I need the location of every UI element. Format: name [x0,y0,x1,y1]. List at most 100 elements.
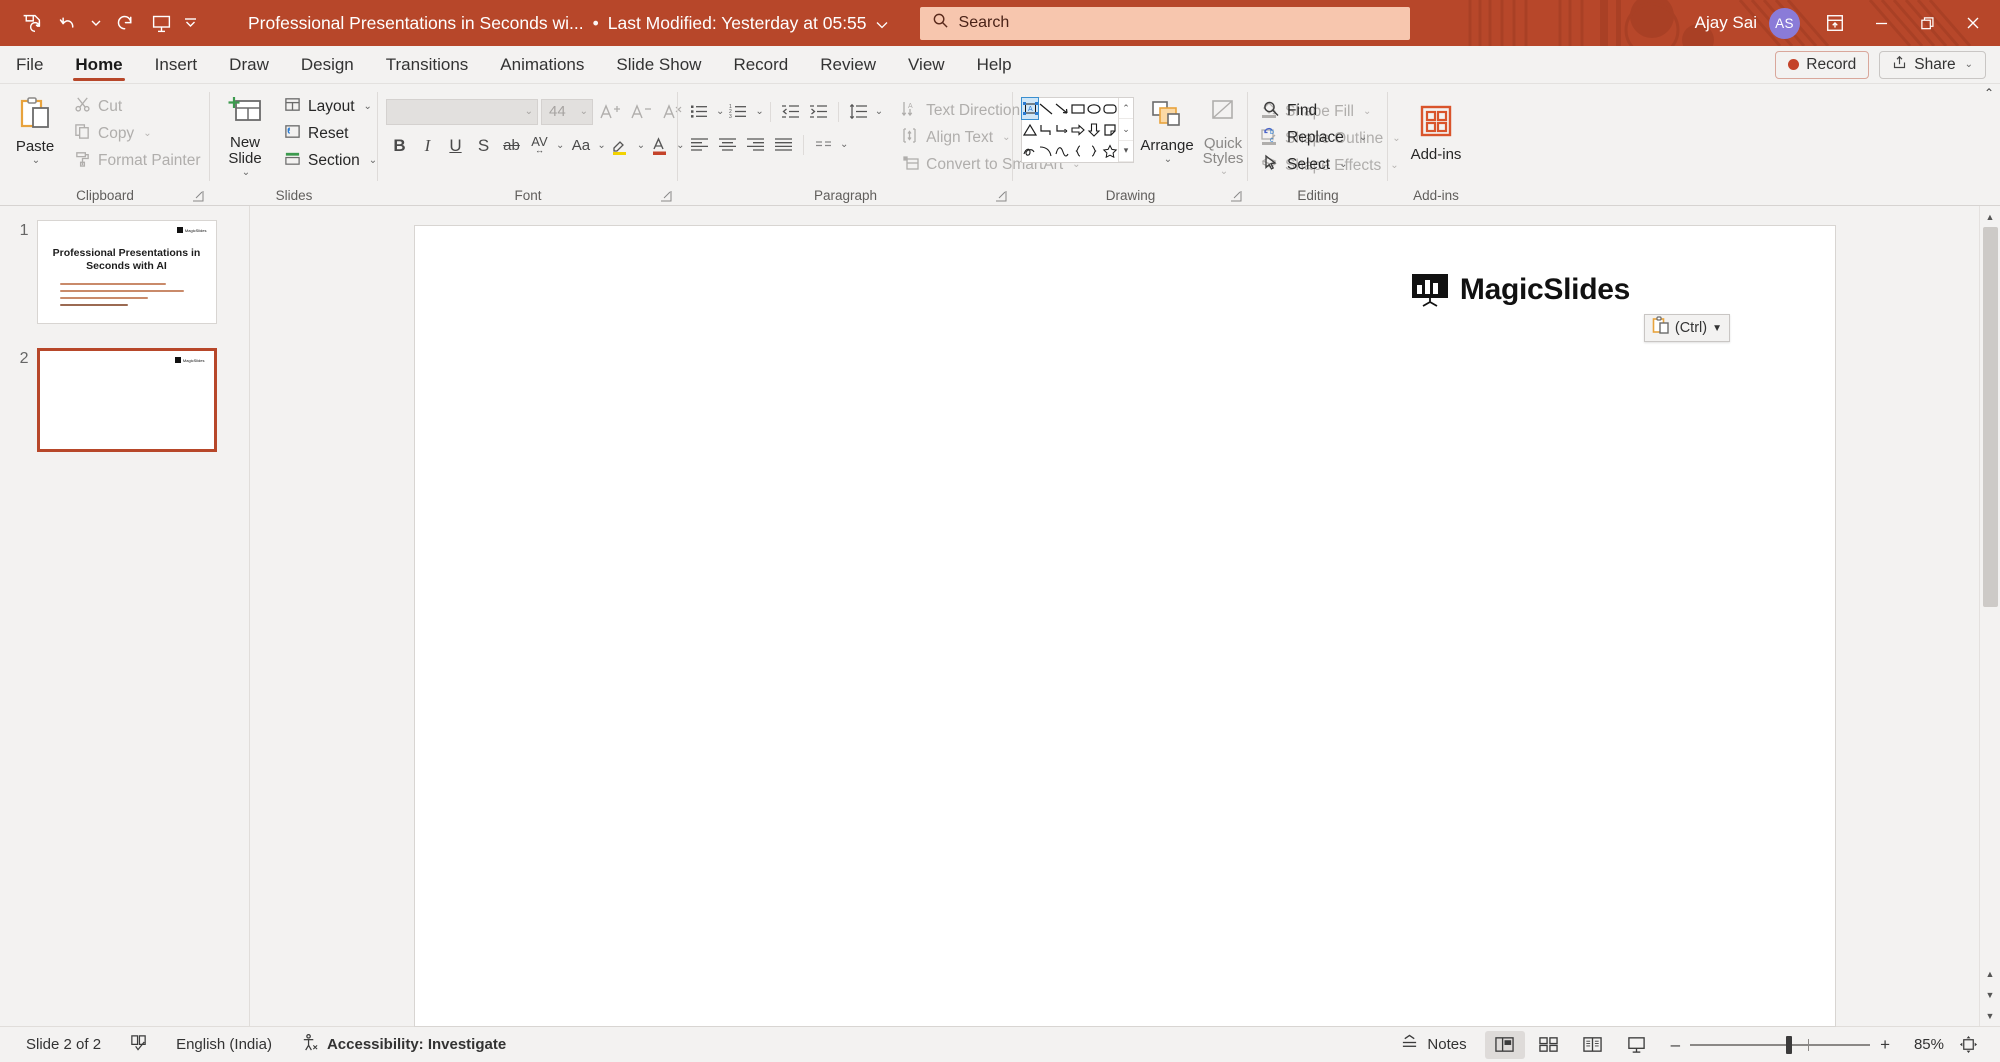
select-chevron-down-icon[interactable]: ⌄ [1339,159,1347,170]
increase-indent-button[interactable] [805,98,832,125]
quick-styles-chevron-down-icon[interactable]: ⌄ [1220,166,1228,177]
numbering-button[interactable]: 1 2 3 [725,98,752,125]
fit-slide-to-window-button[interactable] [1948,1031,1988,1059]
highlight-chevron-down-icon[interactable]: ⌄ [637,140,645,151]
scroll-down-icon[interactable]: ▼ [1980,1005,2000,1026]
line-spacing-chevron-down-icon[interactable]: ⌄ [875,106,883,117]
shapes-more-icon[interactable]: ▾ [1119,141,1133,162]
search-input[interactable]: Search [919,6,1410,40]
account-manager[interactable]: Ajay Sai AS [1683,7,1812,39]
line-spacing-button[interactable] [845,98,872,125]
customize-quick-access-toolbar-icon[interactable] [180,6,200,40]
shape-oval-icon[interactable] [1086,98,1102,119]
previous-slide-icon[interactable]: ▲ [1980,963,2000,984]
zoom-percentage[interactable]: 85% [1904,1036,1944,1053]
paste-options-chevron-down-icon[interactable]: ▼ [1712,323,1722,334]
align-text-chevron-down-icon[interactable]: ⌄ [1002,132,1010,143]
share-button[interactable]: Share ⌄ [1879,50,1986,79]
tab-view[interactable]: View [892,46,961,83]
scrollbar-track[interactable] [1980,227,2000,963]
shape-curve-icon[interactable] [1038,141,1054,162]
scrollbar-thumb[interactable] [1982,227,1998,607]
slide-thumbnail-2[interactable]: 2 MagicSlides [9,348,241,452]
reset-button[interactable]: Reset [278,121,383,146]
bullets-button[interactable] [686,98,713,125]
shape-scribble-icon[interactable] [1022,141,1038,162]
paragraph-dialog-launcher-icon[interactable] [995,190,1009,204]
shape-rounded-rectangle-icon[interactable] [1102,98,1118,119]
start-presentation-icon[interactable] [144,6,178,40]
underline-button[interactable]: U [442,132,469,159]
font-size-input[interactable]: 44 ⌄ [541,98,593,125]
next-slide-icon[interactable]: ▼ [1980,984,2000,1005]
bullets-chevron-down-icon[interactable]: ⌄ [716,106,724,117]
accessibility-status[interactable]: Accessibility: Investigate [286,1031,520,1059]
text-shadow-button[interactable]: S [470,132,497,159]
undo-icon[interactable] [50,6,84,40]
character-spacing-button[interactable]: AV ↔ [526,132,553,159]
bold-button[interactable]: B [386,132,413,159]
tab-slide-show[interactable]: Slide Show [600,46,717,83]
notes-button[interactable]: Notes [1386,1031,1480,1059]
justify-button[interactable] [770,131,797,158]
tab-insert[interactable]: Insert [139,46,214,83]
shape-star-icon[interactable] [1102,141,1118,162]
tab-home[interactable]: Home [59,46,138,83]
find-button[interactable]: Find [1256,98,1373,123]
layout-button[interactable]: Layout ⌄ [278,94,383,119]
shape-right-arrow-icon[interactable] [1070,119,1086,140]
zoom-out-button[interactable]: – [1671,1035,1680,1055]
ribbon-display-options-icon[interactable] [1812,0,1858,46]
autosave-save-icon[interactable] [14,6,48,40]
change-case-chevron-down-icon[interactable]: ⌄ [597,140,605,151]
arrange-chevron-down-icon[interactable]: ⌄ [1164,154,1172,165]
zoom-slider[interactable]: – + [1661,1035,1900,1055]
shape-line-icon[interactable] [1038,98,1054,119]
new-slide-button[interactable]: New Slide ⌄ [218,92,272,180]
vertical-scrollbar[interactable]: ▲ ▲ ▼ ▼ [1979,206,2000,1026]
italic-button[interactable]: I [414,132,441,159]
slide-sorter-view-button[interactable] [1529,1031,1569,1059]
language-indicator[interactable]: English (India) [162,1031,286,1059]
tab-record[interactable]: Record [717,46,804,83]
shape-triangle-icon[interactable] [1022,119,1038,140]
collapse-ribbon-icon[interactable]: ⌃ [1984,86,1994,100]
align-left-button[interactable] [686,131,713,158]
new-slide-chevron-down-icon[interactable]: ⌄ [242,167,250,178]
slide-counter[interactable]: Slide 2 of 2 [12,1031,115,1059]
paste-button[interactable]: Paste ⌄ [8,92,62,168]
font-size-chevron-down-icon[interactable]: ⌄ [580,106,588,117]
shapes-scroll-down-icon[interactable]: ⌄ [1119,119,1133,141]
slide-thumb-preview-selected[interactable]: MagicSlides [36,348,217,452]
align-right-button[interactable] [742,131,769,158]
font-name-chevron-down-icon[interactable]: ⌄ [525,106,533,117]
clipboard-dialog-launcher-icon[interactable] [192,190,206,204]
shape-textbox-icon[interactable]: A [1021,96,1039,121]
tab-review[interactable]: Review [804,46,892,83]
shape-left-brace-icon[interactable] [1070,141,1086,162]
shape-freeform-icon[interactable] [1054,141,1070,162]
columns-button[interactable] [810,131,837,158]
tab-transitions[interactable]: Transitions [370,46,485,83]
restore-button[interactable] [1904,0,1950,46]
increase-font-size-icon[interactable] [596,98,624,125]
document-title-bar[interactable]: Professional Presentations in Seconds wi… [248,13,888,34]
share-chevron-down-icon[interactable]: ⌄ [1965,59,1973,70]
current-slide[interactable]: MagicSlides (Ctrl) ▼ [415,226,1835,1026]
arrange-button[interactable]: Arrange ⌄ [1140,97,1194,167]
layout-chevron-down-icon[interactable]: ⌄ [364,101,372,112]
strikethrough-button[interactable]: ab [498,132,525,159]
zoom-thumb[interactable] [1786,1035,1793,1054]
align-center-button[interactable] [714,131,741,158]
font-name-input[interactable]: ⌄ [386,98,538,125]
decrease-indent-button[interactable] [777,98,804,125]
zoom-in-button[interactable]: + [1880,1035,1890,1055]
tab-design[interactable]: Design [285,46,370,83]
minimize-button[interactable] [1858,0,1904,46]
slide-thumb-preview[interactable]: MagicSlides Professional Presentations i… [36,220,217,324]
tab-draw[interactable]: Draw [213,46,285,83]
drawing-dialog-launcher-icon[interactable] [1230,190,1244,204]
character-spacing-chevron-down-icon[interactable]: ⌄ [556,140,564,151]
shapes-gallery[interactable]: A ⌃ ⌄ ▾ [1021,96,1134,163]
paste-options-button[interactable]: (Ctrl) ▼ [1643,314,1730,342]
